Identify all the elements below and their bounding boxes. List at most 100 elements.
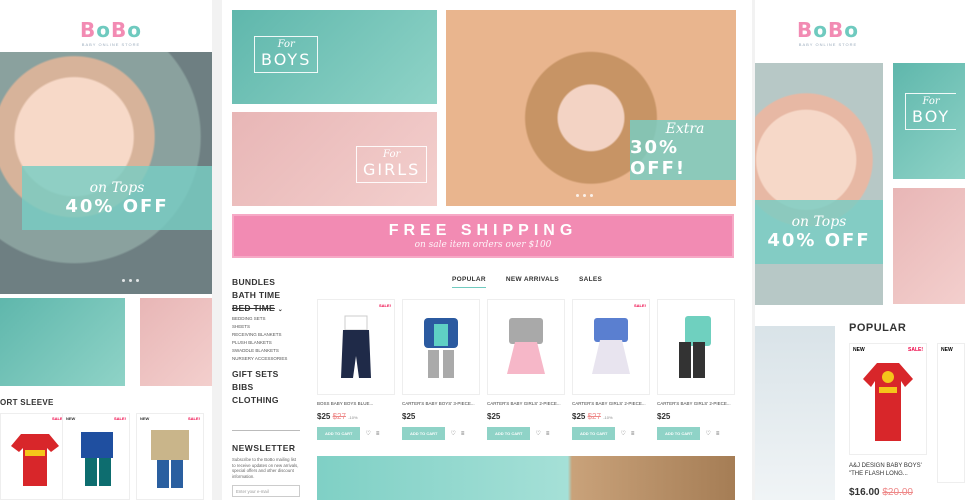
newsletter-email-input[interactable]: Enter your e-mail (232, 485, 300, 498)
tops-banner[interactable]: on Tops 40% OFF (755, 200, 883, 264)
add-to-cart-button[interactable]: ADD TO CART (572, 427, 616, 440)
subcategory-nursery-accessories[interactable]: NURSERY ACCESSORIES (232, 356, 306, 361)
category-gift-sets[interactable]: GIFT SETS (232, 369, 306, 379)
wishlist-heart-icon[interactable]: ♡ (620, 430, 625, 437)
product-image[interactable]: NEW SALE! (849, 343, 927, 455)
product-image[interactable]: SALE! (317, 299, 395, 395)
product-card[interactable]: NEW SALE! (136, 413, 204, 500)
product-name[interactable]: BOSS BABY BOYS BLUE... (317, 401, 395, 406)
compare-icon[interactable]: ≡ (461, 431, 465, 437)
category-clothing[interactable]: CLOTHING (232, 395, 306, 405)
jacket-outfit-image (151, 430, 189, 488)
tab-sales[interactable]: SALES (579, 276, 602, 288)
tops-script: on Tops (791, 213, 847, 230)
newsletter-text: Subscribe to the BoBo mailing list to re… (232, 457, 299, 479)
sale-badge: SALE! (188, 416, 200, 421)
extra-offer: Extra 30% OFF! (630, 120, 736, 180)
compare-icon[interactable]: ≡ (376, 431, 380, 437)
product-price: $25 $27 -10% (317, 412, 358, 421)
boys-label: For BOYS (254, 36, 319, 73)
product-image[interactable] (402, 299, 480, 395)
wishlist-heart-icon[interactable]: ♡ (705, 430, 710, 437)
category-bath-time[interactable]: BATH TIME (232, 290, 306, 300)
boys-script: For (922, 96, 940, 107)
wishlist-heart-icon[interactable]: ♡ (535, 430, 540, 437)
product-card[interactable]: SALE! CARTER'S BABY GIRLS' 2-PIECE... $2… (572, 299, 650, 440)
logo[interactable]: BoBo BABY ONLINE STORE (80, 18, 142, 47)
add-to-cart-button[interactable]: ADD TO CART (487, 427, 531, 440)
product-name[interactable]: CARTER'S BABY BOYS' 3-PIECE... (402, 401, 480, 406)
free-shipping-banner[interactable]: FREE SHIPPING on sale item orders over $… (232, 214, 734, 258)
girls-image[interactable] (140, 298, 212, 386)
boys-script: For (277, 39, 295, 50)
product-price: $16.00 $20.00 (849, 486, 913, 498)
girls-banner[interactable] (893, 188, 965, 304)
slider-dots[interactable] (576, 194, 593, 197)
boys-banner[interactable]: For BOY (893, 63, 965, 179)
section-title: ORT SLEEVE (0, 398, 54, 407)
subcategory-bedding-sets[interactable]: BEDDING SETS (232, 316, 306, 321)
side-promo-image[interactable] (755, 326, 835, 500)
logo-subtitle: BABY ONLINE STORE (81, 42, 141, 47)
tab-popular[interactable]: POPULAR (452, 276, 486, 288)
slider-dots[interactable] (122, 279, 139, 282)
logo-subtitle: BABY ONLINE STORE (798, 42, 858, 47)
product-card[interactable]: SALE! (0, 413, 68, 500)
product-card-partial[interactable]: NEW (937, 343, 965, 483)
tab-new-arrivals[interactable]: NEW ARRIVALS (506, 276, 559, 288)
boys-title: BOYS (261, 50, 312, 69)
product-price: $25 $27 -10% (572, 412, 613, 421)
product-name[interactable]: A&J DESIGN BABY BOYS' "THE FLASH LONG... (849, 463, 927, 479)
product-name[interactable]: CARTER'S BABY GIRLS' 2-PIECE... (572, 401, 650, 406)
flash-romper-image (863, 363, 913, 441)
subcategory-swaddle-blankets[interactable]: SWADDLE BLANKETS (232, 348, 306, 353)
wishlist-heart-icon[interactable]: ♡ (450, 430, 455, 437)
product-image[interactable] (487, 299, 565, 395)
add-to-cart-button[interactable]: ADD TO CART (317, 427, 361, 440)
add-to-cart-button[interactable]: ADD TO CART (657, 427, 701, 440)
product-name[interactable]: CARTER'S BABY GIRLS' 2-PIECE... (487, 401, 565, 406)
sale-badge: SALE! (908, 347, 923, 353)
boys-image[interactable] (0, 298, 125, 386)
product-image[interactable] (657, 299, 735, 395)
compare-icon[interactable]: ≡ (631, 431, 635, 437)
tops-banner-image[interactable] (755, 63, 883, 305)
product-name[interactable]: CARTER'S BABY GIRLS' 2-PIECE... (657, 401, 735, 406)
subcategory-receiving-blankets[interactable]: RECEIVING BLANKETS (232, 332, 306, 337)
product-image[interactable]: SALE! (572, 299, 650, 395)
boys-outfit-image (81, 432, 113, 486)
product-card[interactable]: SALE! BOSS BABY BOYS BLUE... $25 $27 -10… (317, 299, 395, 440)
product-card[interactable]: NEW SALE! (62, 413, 130, 500)
girls-banner[interactable]: For GIRLS (232, 112, 437, 206)
category-bibs[interactable]: BIBS (232, 382, 306, 392)
left-preview-panel: BoBo BABY ONLINE STORE on Tops 40% OFF O… (0, 0, 212, 500)
boys-banner[interactable]: For BOYS (232, 10, 437, 104)
hero-banner[interactable]: on Tops 40% OFF (22, 166, 212, 230)
extra-script: Extra (665, 121, 705, 137)
boys-title: BOY (912, 107, 951, 126)
category-bed-time[interactable]: BED TIME ⌄ (232, 303, 306, 313)
popular-title: POPULAR (849, 322, 907, 334)
category-bundles[interactable]: BUNDLES (232, 277, 306, 287)
new-badge: NEW (140, 416, 150, 421)
new-badge: NEW (66, 416, 76, 421)
product-card[interactable]: CARTER'S BABY GIRLS' 2-PIECE... $25 ADD … (487, 299, 565, 440)
main-preview-panel: For BOYS For GIRLS Extra 30% OFF! FREE S… (222, 0, 752, 500)
shipping-subtitle: on sale item orders over $100 (414, 240, 552, 250)
hero-slider[interactable]: Extra 30% OFF! (446, 10, 736, 206)
compare-icon[interactable]: ≡ (716, 431, 720, 437)
tops-discount: 40% OFF (767, 229, 871, 251)
product-card[interactable]: NEW SALE! A&J DESIGN BABY BOYS' "THE FLA… (849, 343, 927, 498)
product-card[interactable]: CARTER'S BABY BOYS' 3-PIECE... $25 ADD T… (402, 299, 480, 440)
compare-icon[interactable]: ≡ (546, 431, 550, 437)
wishlist-heart-icon[interactable]: ♡ (365, 430, 370, 437)
subcategory-sheets[interactable]: SHEETS (232, 324, 306, 329)
bottom-promo-banner[interactable] (317, 456, 735, 500)
product-card[interactable]: CARTER'S BABY GIRLS' 2-PIECE... $25 ADD … (657, 299, 735, 440)
product-tabs: POPULAR NEW ARRIVALS SALES (452, 276, 602, 288)
category-menu: BUNDLES BATH TIME BED TIME ⌄ BEDDING SET… (232, 274, 306, 408)
sale-badge: SALE! (379, 303, 391, 308)
add-to-cart-button[interactable]: ADD TO CART (402, 427, 446, 440)
subcategory-plush-blankets[interactable]: PLUSH BLANKETS (232, 340, 306, 345)
logo[interactable]: BoBo BABY ONLINE STORE (797, 18, 859, 47)
